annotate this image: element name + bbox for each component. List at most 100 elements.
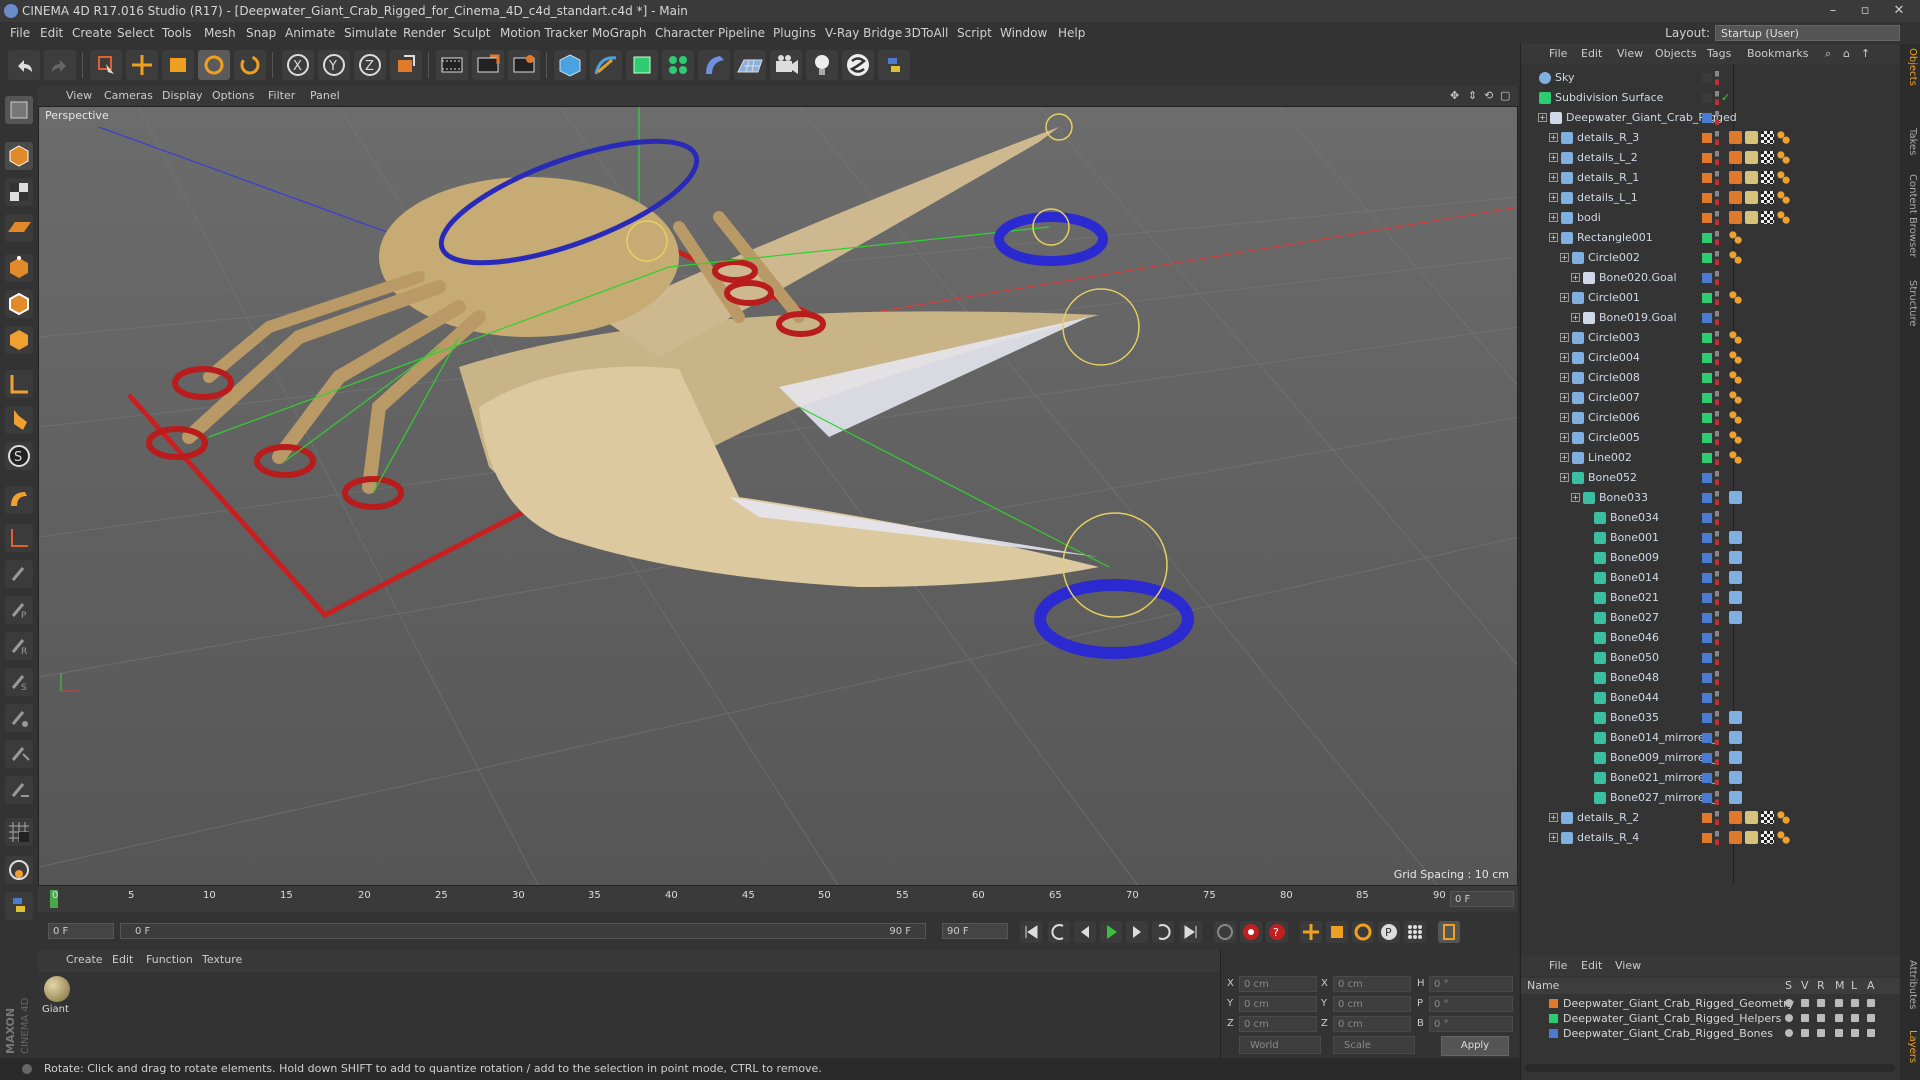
layer-color-icon[interactable] [1702,833,1712,843]
viewport-menu-cameras[interactable]: Cameras [104,86,153,106]
visibility-dots-icon[interactable] [1715,491,1719,505]
tab-takes[interactable]: Takes [1902,128,1918,155]
layer-color-icon[interactable] [1702,573,1712,583]
layout-dropdown[interactable]: Startup (User) [1715,25,1900,41]
om-menu-file[interactable]: File [1549,44,1567,64]
object-name[interactable]: details_R_2 [1577,808,1639,828]
menu-motion-tracker[interactable]: Motion Tracker [500,22,588,44]
redo-icon[interactable] [44,50,76,80]
visibility-dots-icon[interactable] [1715,171,1719,185]
menu-render[interactable]: Render [403,22,446,44]
dots-tag-icon[interactable] [1777,211,1790,224]
viewport-rotate-icon[interactable]: ⟲ [1484,86,1493,106]
y-axis-lock-icon[interactable]: Y [318,50,350,80]
render-view-icon[interactable] [436,50,468,80]
menu-character[interactable]: Character [655,22,714,44]
object-tree-row[interactable]: Bone027 [1521,608,1901,628]
mat-tag-icon[interactable] [1729,191,1742,204]
object-name[interactable]: Bone009 [1610,548,1659,568]
object-name[interactable]: Bone033 [1599,488,1648,508]
polygons-mode-icon[interactable] [5,326,33,354]
layer-color-icon[interactable] [1702,753,1712,763]
planar-workplane-icon[interactable] [5,524,33,552]
layer-visible-toggle[interactable] [1801,1029,1809,1037]
timeline-window-icon[interactable] [1438,921,1460,943]
layer-color-icon[interactable] [1702,313,1712,323]
visibility-dots-icon[interactable] [1715,791,1719,805]
object-name[interactable]: Sky [1555,68,1574,88]
tree-expand-toggle[interactable]: + [1560,413,1569,422]
material-menu-texture[interactable]: Texture [202,950,242,970]
tab-structure[interactable]: Structure [1902,280,1918,327]
layer-color-icon[interactable] [1702,553,1712,563]
python-script-icon[interactable] [5,892,33,920]
check-tag-icon[interactable] [1761,191,1774,204]
object-tree-row[interactable]: + Circle006 [1521,408,1901,428]
menu-script[interactable]: Script [957,22,992,44]
visibility-dots-icon[interactable] [1715,231,1719,245]
coordinate-mode-dropdown[interactable]: World [1239,1036,1321,1054]
dots-tag-icon[interactable] [1729,291,1742,304]
object-tree-row[interactable]: + Line002 [1521,448,1901,468]
visibility-dots-icon[interactable] [1715,571,1719,585]
menu-pipeline[interactable]: Pipeline [718,22,765,44]
visibility-dots-icon[interactable] [1715,531,1719,545]
tab-content-browser[interactable]: Content Browser [1902,174,1918,257]
om-menu-tags[interactable]: Tags [1707,44,1731,64]
object-name[interactable]: Subdivision Surface [1555,88,1663,108]
om-up-icon[interactable]: ↑ [1861,44,1870,64]
visibility-dots-icon[interactable] [1715,271,1719,285]
menu-snap[interactable]: Snap [246,22,276,44]
visibility-dots-icon[interactable] [1715,331,1719,345]
layer-color-icon[interactable] [1702,233,1712,243]
tree-expand-toggle[interactable]: + [1571,313,1580,322]
om-menu-edit[interactable]: Edit [1581,44,1602,64]
object-tree-row[interactable]: + bodi [1521,208,1901,228]
phong-tag-icon[interactable] [1745,211,1758,224]
object-name[interactable]: Bone027 [1610,608,1659,628]
layer-color-icon[interactable] [1702,653,1712,663]
visibility-dots-icon[interactable] [1715,431,1719,445]
viewport-move-icon[interactable]: ✥ [1450,86,1459,106]
object-name[interactable]: details_R_3 [1577,128,1639,148]
ik-tag-icon[interactable] [1729,531,1742,544]
visibility-dots-icon[interactable] [1715,651,1719,665]
layer-color-icon[interactable] [1702,533,1712,543]
enable-axis-icon[interactable] [5,370,33,398]
locked-workplane-icon[interactable] [5,486,33,514]
menu-plugins[interactable]: Plugins [773,22,816,44]
dots-tag-icon[interactable] [1729,451,1742,464]
material-thumbnail[interactable] [44,976,70,1002]
object-name[interactable]: Bone035 [1610,708,1659,728]
phong-tag-icon[interactable] [1745,151,1758,164]
layer-color-icon[interactable] [1702,193,1712,203]
object-tree-row[interactable]: Bone021 [1521,588,1901,608]
ik-tag-icon[interactable] [1729,611,1742,624]
object-tree-row[interactable]: + details_L_1 [1521,188,1901,208]
light-icon[interactable] [806,50,838,80]
object-tree-row[interactable]: + Rectangle001 [1521,228,1901,248]
paint-tool-icon[interactable]: P [5,596,33,624]
max-frame-field[interactable]: 90 F [942,923,1008,939]
layer-color-icon[interactable] [1702,333,1712,343]
check-tag-icon[interactable] [1761,171,1774,184]
dots-tag-icon[interactable] [1729,371,1742,384]
menu-select[interactable]: Select [117,22,154,44]
om-menu-view[interactable]: View [1617,44,1643,64]
menu-window[interactable]: Window [1000,22,1047,44]
object-name[interactable]: Line002 [1588,448,1632,468]
autokey-icon[interactable] [1240,921,1262,943]
tree-expand-toggle[interactable]: + [1538,113,1547,122]
menu-3dtoall[interactable]: 3DToAll [904,22,948,44]
object-name[interactable]: Bone034 [1610,508,1659,528]
layer-color-icon[interactable] [1702,493,1712,503]
model-mode-icon[interactable] [5,142,33,170]
viewport-menu-view[interactable]: View [66,86,92,106]
visibility-dots-icon[interactable] [1715,191,1719,205]
object-tree-row[interactable]: Sky [1521,68,1901,88]
layer-color-icon[interactable] [1702,353,1712,363]
layer-color-icon[interactable] [1702,473,1712,483]
phong-tag-icon[interactable] [1745,811,1758,824]
object-tree-row[interactable]: Bone044 [1521,688,1901,708]
lm-menu-edit[interactable]: Edit [1581,956,1602,976]
